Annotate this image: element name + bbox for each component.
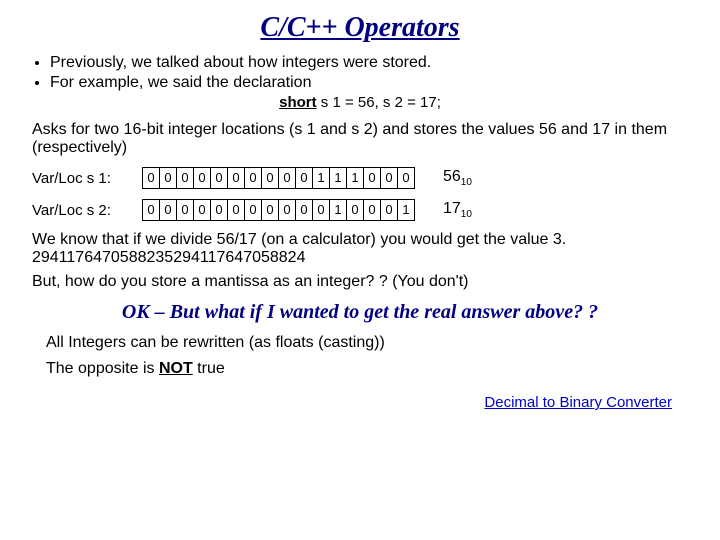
declaration-line: short s 1 = 56, s 2 = 17; xyxy=(28,94,692,111)
bit-cell: 1 xyxy=(329,199,347,221)
bit-cell: 0 xyxy=(176,167,194,189)
bit-cell: 0 xyxy=(193,167,211,189)
bullet-1: Previously, we talked about how integers… xyxy=(50,54,692,72)
bit-cell: 1 xyxy=(346,167,364,189)
bit-cell: 0 xyxy=(363,199,381,221)
slide: C/C++ Operators Previously, we talked ab… xyxy=(0,0,720,423)
bit-cell: 0 xyxy=(227,199,245,221)
decl-rest: s 1 = 56, s 2 = 17; xyxy=(317,94,441,111)
bit-cell: 0 xyxy=(278,167,296,189)
row1-bits: 0 0 0 0 0 0 0 0 0 0 1 1 1 0 0 0 xyxy=(142,167,415,189)
bit-cell: 0 xyxy=(227,167,245,189)
bit-cell: 0 xyxy=(210,167,228,189)
row1-decimal: 5610 xyxy=(443,168,472,188)
bits-row-1: Var/Loc s 1: 0 0 0 0 0 0 0 0 0 0 1 1 1 0… xyxy=(32,167,688,189)
row2-dec-base: 10 xyxy=(461,209,472,220)
bit-cell: 0 xyxy=(210,199,228,221)
row2-label: Var/Loc s 2: xyxy=(32,202,142,219)
bit-cell: 0 xyxy=(159,167,177,189)
bit-cell: 0 xyxy=(176,199,194,221)
bit-cell: 0 xyxy=(295,167,313,189)
bits-row-2: Var/Loc s 2: 0 0 0 0 0 0 0 0 0 0 0 1 0 0… xyxy=(32,199,688,221)
opposite-line: The opposite is NOT true xyxy=(46,360,692,378)
opposite-pre: The opposite is xyxy=(46,360,159,377)
bit-cell: 1 xyxy=(312,167,330,189)
row2-bits: 0 0 0 0 0 0 0 0 0 0 0 1 0 0 0 1 xyxy=(142,199,415,221)
bit-cell: 0 xyxy=(295,199,313,221)
bit-cell: 0 xyxy=(159,199,177,221)
bit-cell: 0 xyxy=(397,167,415,189)
page-title: C/C++ Operators xyxy=(28,12,692,44)
asks-text: Asks for two 16-bit integer locations (s… xyxy=(32,121,688,157)
opposite-not: NOT xyxy=(159,360,193,377)
divide-text: We know that if we divide 56/17 (on a ca… xyxy=(32,231,688,267)
row2-dec-val: 17 xyxy=(443,200,461,217)
bit-cell: 0 xyxy=(261,167,279,189)
bit-cell: 0 xyxy=(142,167,160,189)
bit-cell: 0 xyxy=(142,199,160,221)
ok-question: OK – But what if I wanted to get the rea… xyxy=(28,301,692,324)
bit-cell: 0 xyxy=(346,199,364,221)
converter-link[interactable]: Decimal to Binary Converter xyxy=(28,394,672,411)
bit-cell: 0 xyxy=(244,167,262,189)
bit-cell: 0 xyxy=(380,199,398,221)
opposite-post: true xyxy=(193,360,225,377)
bit-cell: 0 xyxy=(363,167,381,189)
intro-list: Previously, we talked about how integers… xyxy=(28,54,692,92)
row1-dec-base: 10 xyxy=(461,177,472,188)
row1-label: Var/Loc s 1: xyxy=(32,170,142,187)
cast-line: All Integers can be rewritten (as floats… xyxy=(46,334,692,352)
bit-cell: 1 xyxy=(397,199,415,221)
mantissa-question: But, how do you store a mantissa as an i… xyxy=(32,273,688,291)
bit-cell: 0 xyxy=(380,167,398,189)
row2-decimal: 1710 xyxy=(443,200,472,220)
bullet-2: For example, we said the declaration xyxy=(50,74,692,92)
decl-keyword: short xyxy=(279,94,317,111)
bit-cell: 0 xyxy=(193,199,211,221)
bit-cell: 0 xyxy=(278,199,296,221)
row1-dec-val: 56 xyxy=(443,168,461,185)
bit-cell: 1 xyxy=(329,167,347,189)
bit-cell: 0 xyxy=(261,199,279,221)
bit-cell: 0 xyxy=(312,199,330,221)
bit-cell: 0 xyxy=(244,199,262,221)
